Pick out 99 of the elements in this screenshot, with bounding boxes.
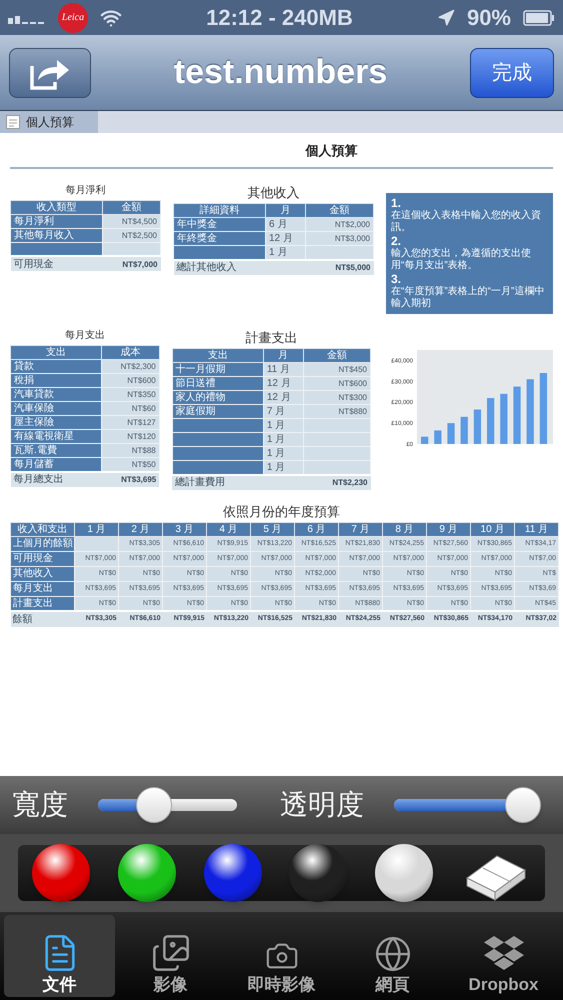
table-cell: 有線電視衛星 [10, 429, 102, 443]
table-cell: NT$600 [102, 373, 160, 387]
table-cell: 12 月 [263, 376, 304, 390]
total-label: 每月總支出 [10, 472, 102, 486]
column-header: 金額 [102, 200, 160, 214]
table-cell: NT$600 [303, 376, 370, 390]
table-cell: 屋主保險 [10, 415, 102, 429]
battery-percent: 90% [466, 4, 511, 32]
total-cell: NT$7,000 [102, 256, 160, 271]
column-header: 月 [266, 203, 306, 217]
table-cell: NT$4,500 [102, 214, 160, 228]
table-cell: NT$3,000 [306, 231, 374, 245]
table-cell: 汽車保險 [10, 401, 102, 415]
document-title: test.numbers [174, 52, 388, 93]
column-header: 4 月 [206, 522, 250, 536]
total-label: 可用現金 [10, 256, 102, 271]
table-cell: 1 月 [263, 418, 304, 432]
table-cell: 可用現金 [10, 551, 74, 566]
table-title: 其他收入 [248, 184, 300, 200]
step-text: 在這個收入表格中輸入您的收入資訊。 [391, 210, 542, 234]
table-cell: 稅捐 [10, 373, 102, 387]
column-header: 9 月 [426, 522, 470, 536]
column-header: 支出 [172, 348, 264, 362]
table-cell: NT$450 [303, 362, 370, 376]
table-cell: 十一月假期 [172, 362, 264, 376]
table-cell: 每月支出 [10, 581, 74, 596]
tab-bar-item[interactable]: 即時影像 [226, 915, 337, 997]
sheet-tab[interactable]: 個人預算 [0, 111, 98, 133]
step-number: 3. [391, 272, 402, 286]
slider-label: 透明度 [280, 791, 364, 819]
column-header: 金額 [303, 348, 370, 362]
total-cell: NT$5,000 [306, 260, 374, 274]
table-title: 每月淨利 [66, 184, 106, 196]
status-time: 12:12 - 240MB [205, 4, 354, 32]
step-number: 2. [391, 234, 402, 248]
table-cell: 其他每月收入 [10, 228, 102, 242]
table-cell: NT$2,000 [306, 217, 374, 231]
table-cell: NT$350 [102, 387, 160, 401]
table-cell: 節日送禮 [172, 376, 264, 390]
table-cell: NT$127 [102, 415, 160, 429]
column-header: 11 月 [514, 522, 558, 536]
table-cell: 瓦斯.電費 [10, 443, 102, 457]
table-cell: 1 月 [263, 446, 304, 460]
column-header: 8 月 [382, 522, 426, 536]
table-cell: 家庭假期 [172, 404, 264, 418]
table-title: 依照月份的年度預算 [223, 504, 340, 520]
column-header: 成本 [102, 345, 160, 359]
table-cell: 家人的禮物 [172, 390, 264, 404]
column-header: 月 [263, 348, 304, 362]
tab-bar-item[interactable]: 文件 [4, 915, 115, 997]
table-title: 計畫支出 [245, 330, 298, 346]
column-header: 10 月 [470, 522, 514, 536]
tab-bar-item[interactable]: Dropbox [448, 915, 559, 997]
column-header: 6 月 [294, 522, 338, 536]
table-cell: 汽車貸款 [10, 387, 102, 401]
logo: Leica [58, 2, 88, 32]
table-cell: 1 月 [263, 432, 304, 446]
column-header: 金額 [306, 203, 374, 217]
table-cell: NT$120 [102, 429, 160, 443]
table-cell: 6 月 [266, 217, 306, 231]
table-cell: NT$60 [102, 401, 160, 415]
step-text: 輸入您的支出，為遵循的支出使用“每月支出”表格。 [391, 248, 532, 272]
column-header: 收入和支出 [10, 522, 74, 536]
column-header: 7 月 [338, 522, 382, 536]
slider-label: 寬度 [12, 791, 68, 819]
total-label: 總計畫費用 [172, 474, 304, 490]
column-header: 詳細資料 [174, 203, 266, 217]
column-header: 支出 [10, 345, 102, 359]
table-cell: 上個月的餘額 [10, 536, 74, 551]
done-button[interactable]: 完成 [470, 48, 554, 98]
column-header: 3 月 [162, 522, 206, 536]
table-cell: NT$2,500 [102, 228, 160, 242]
table-cell: 7 月 [263, 404, 304, 418]
table-cell: 12 月 [266, 231, 306, 245]
step-text: 在“年度預算”表格上的“一月”這欄中輸入期初 [391, 286, 546, 310]
table-cell: 年終獎金 [174, 231, 266, 245]
table-cell: NT$88 [102, 443, 160, 457]
table-cell: NT$880 [303, 404, 370, 418]
total-cell: NT$2,230 [303, 474, 370, 490]
table-cell: 其他收入 [10, 566, 74, 581]
column-header: 5 月 [250, 522, 294, 536]
tab-bar-item[interactable]: 影像 [115, 915, 226, 997]
sheet-title: 個人預算 [306, 142, 358, 160]
column-header: 1 月 [74, 522, 118, 536]
table-cell: 年中獎金 [174, 217, 266, 231]
table-cell: NT$2,300 [102, 359, 160, 373]
column-header: 2 月 [118, 522, 162, 536]
total-cell: 餘額 [10, 611, 74, 627]
table-cell: 11 月 [263, 362, 304, 376]
total-label: 總計其他收入 [174, 260, 306, 274]
column-header: 收入類型 [10, 200, 102, 214]
table-title: 每月支出 [64, 330, 105, 342]
tab-bar-item[interactable]: 網頁 [337, 915, 448, 997]
total-cell: NT$3,695 [102, 472, 160, 486]
step-number: 1. [391, 196, 402, 210]
table-cell: 12 月 [263, 390, 304, 404]
table-cell: 每月淨利 [10, 214, 102, 228]
table-cell: 貸款 [10, 359, 102, 373]
table-cell: NT$300 [303, 390, 370, 404]
